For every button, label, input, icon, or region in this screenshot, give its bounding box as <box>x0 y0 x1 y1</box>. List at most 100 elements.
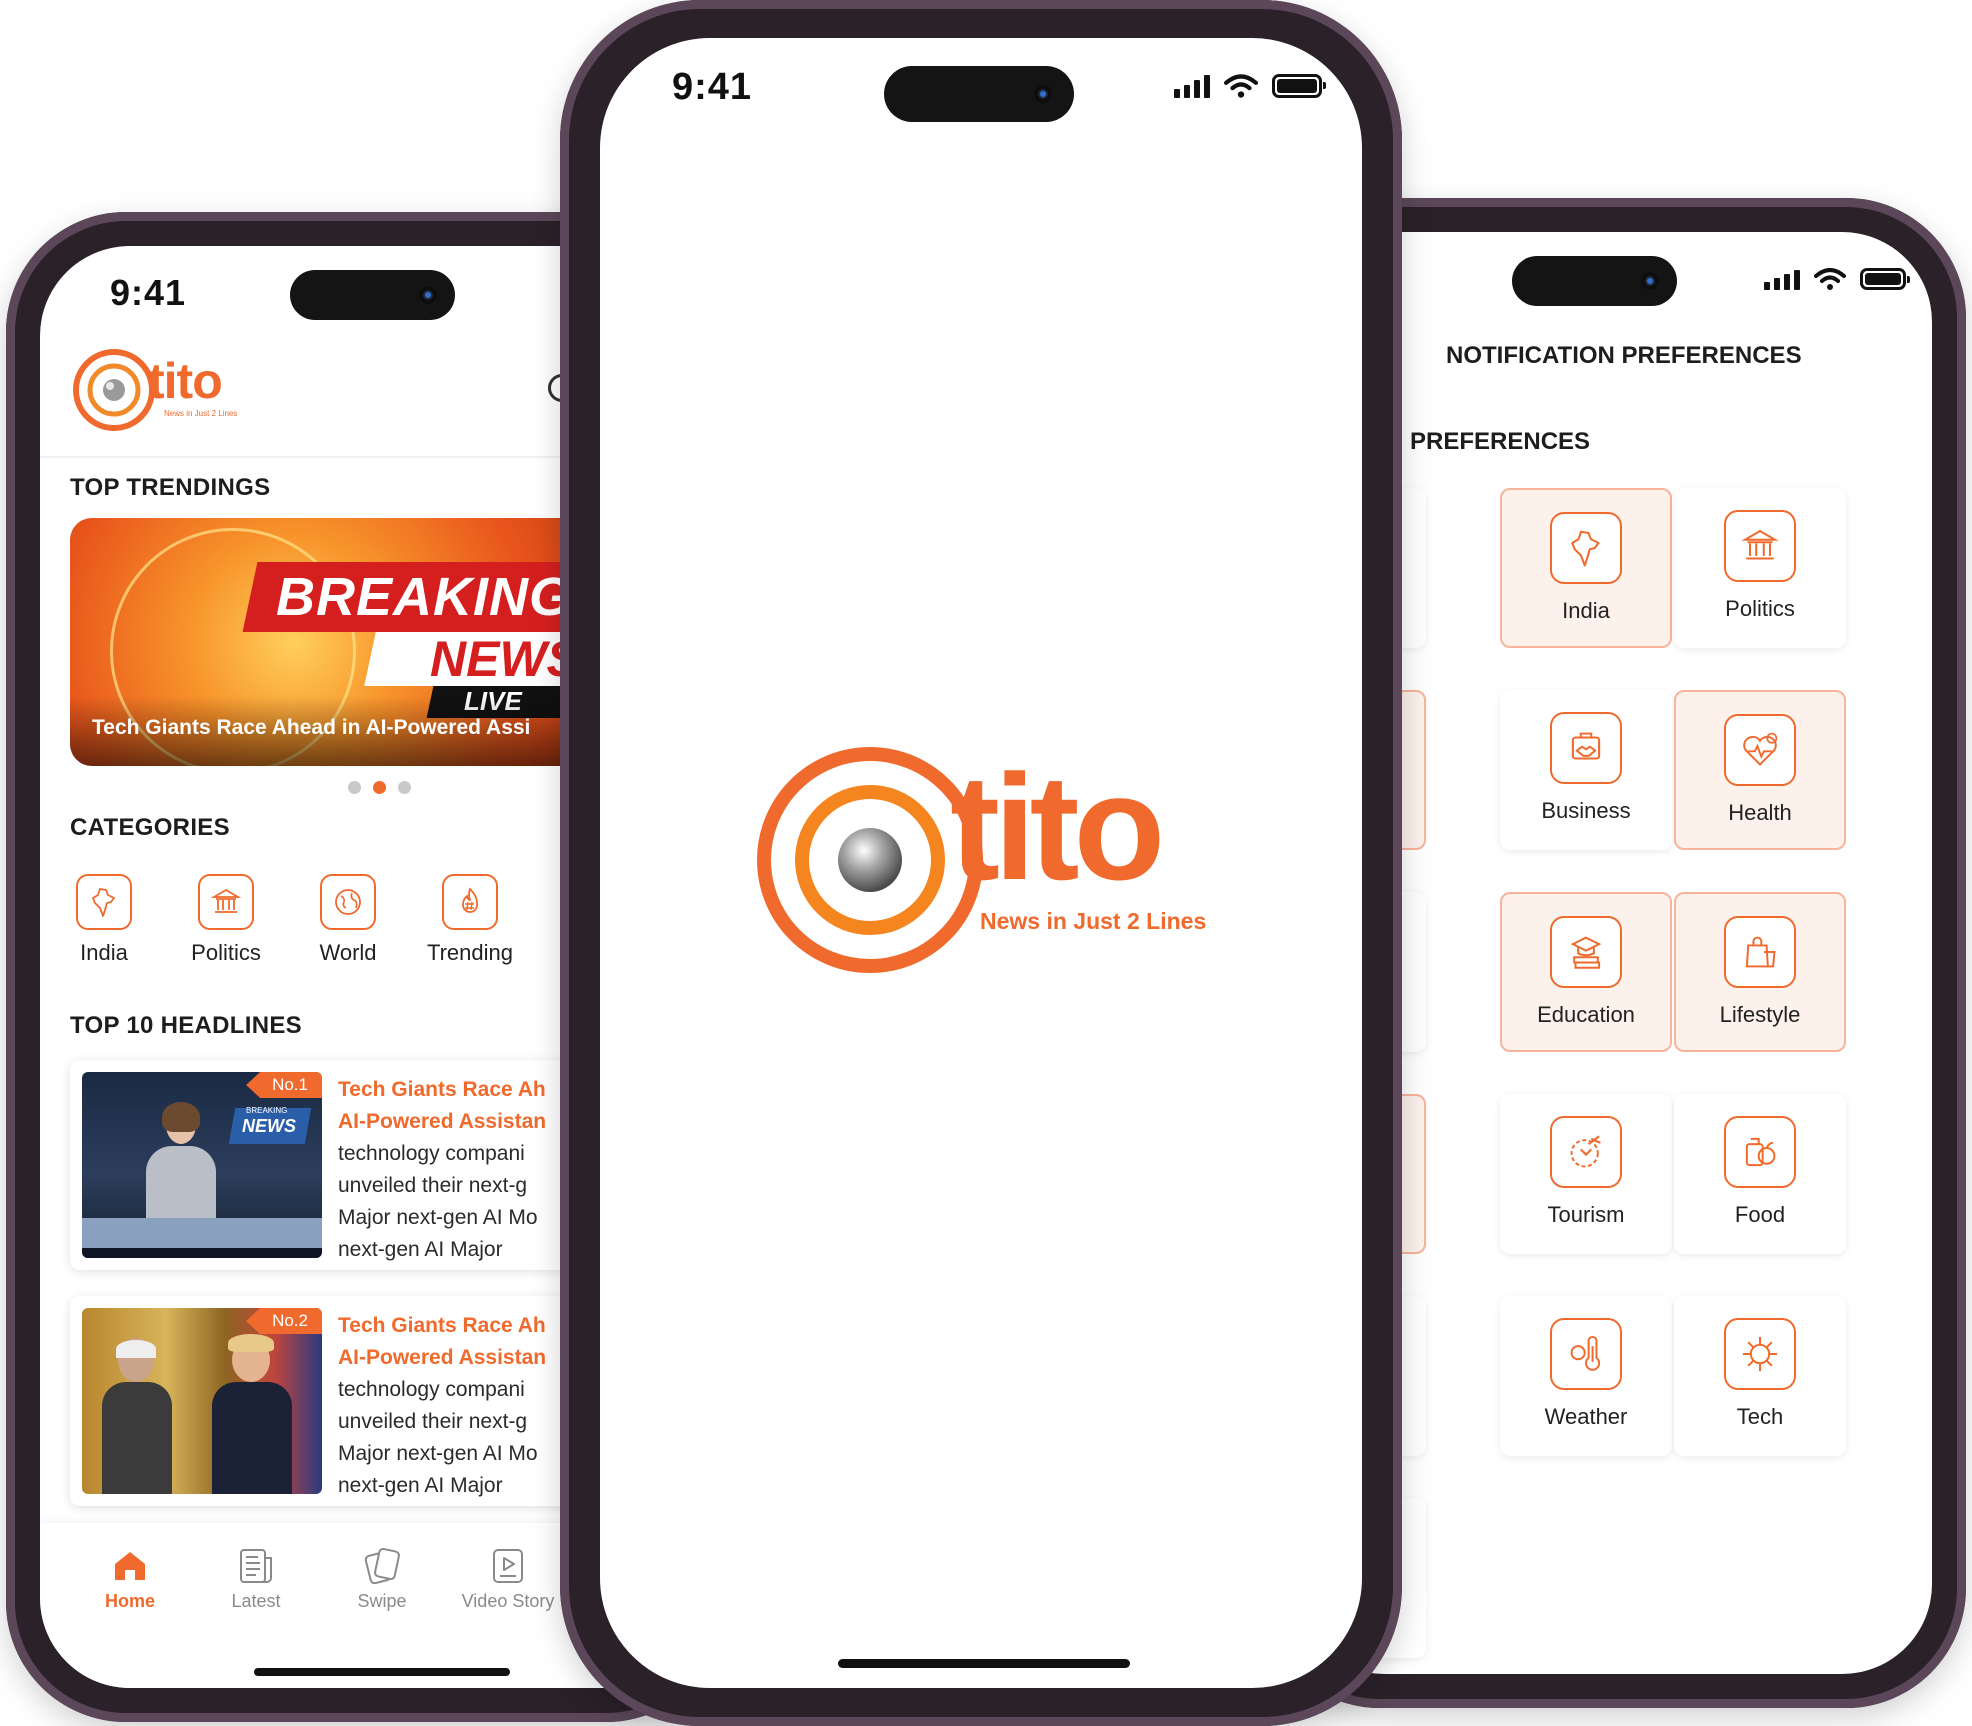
carousel-dot[interactable] <box>398 781 411 794</box>
headline-card[interactable]: BREAKING NEWS No.1 Tech Giants Race Ah A… <box>70 1060 590 1270</box>
category-label: India <box>80 940 128 965</box>
tab-label: Video Story <box>461 1591 555 1611</box>
headline-thumbnail: BREAKING NEWS No.1 <box>82 1072 322 1258</box>
heart-pulse-icon <box>1724 714 1796 786</box>
pref-label: Food <box>1734 1202 1786 1227</box>
pref-label: Tourism <box>1547 1202 1625 1227</box>
groceries-icon <box>1724 1116 1796 1188</box>
section-top-headlines: TOP 10 HEADLINES <box>70 1012 302 1039</box>
breaking-mini-label: BREAKING <box>246 1106 288 1115</box>
brand-logo: tito News in Just 2 Lines <box>72 346 272 436</box>
pref-label: Tech <box>1736 1404 1784 1429</box>
swipe-cards-icon <box>322 1541 442 1591</box>
pref-tile-lifestyle[interactable]: Lifestyle <box>1674 892 1846 1052</box>
pref-label: Weather <box>1544 1404 1628 1429</box>
pref-tile-politics[interactable]: Politics <box>1674 488 1846 648</box>
headline-title-line: AI-Powered Assistan <box>338 1110 547 1133</box>
handshake-briefcase-icon <box>1550 712 1622 784</box>
signal-icon <box>1764 270 1800 290</box>
pref-label: Politics <box>1725 596 1795 621</box>
banner-caption: Tech Giants Race Ahead in AI-Powered Ass… <box>92 716 531 739</box>
globe-icon <box>320 874 376 930</box>
tab-label: Home <box>104 1591 155 1611</box>
pref-tile-health[interactable]: Health <box>1674 690 1846 850</box>
pref-tile-education[interactable]: Education <box>1500 892 1672 1052</box>
center-phone: 9:41 tito News in Just 2 Lines <box>560 0 1402 1726</box>
carousel-dots[interactable] <box>348 781 411 794</box>
category-trending[interactable]: Trending <box>410 874 530 966</box>
home-indicator <box>838 1659 1130 1668</box>
newspaper-icon <box>196 1541 316 1591</box>
splash-tagline: News in Just 2 Lines <box>980 908 1207 934</box>
banner-news: NEWS <box>430 631 580 687</box>
headline-body-line: technology compani <box>338 1378 525 1401</box>
wifi-icon <box>1224 74 1258 98</box>
news-desk-shadow <box>82 1248 322 1258</box>
section-preferences: PREFERENCES <box>1410 428 1591 455</box>
person-left <box>102 1338 172 1494</box>
dynamic-island <box>884 66 1074 122</box>
category-india[interactable]: India <box>44 874 164 966</box>
pref-tile-weather[interactable]: Weather <box>1500 1296 1672 1456</box>
status-icons <box>1764 268 1910 290</box>
brand-name: tito <box>148 353 223 409</box>
page-title: NOTIFICATION PREFERENCES <box>1446 342 1802 369</box>
carousel-dot-active[interactable] <box>373 781 386 794</box>
category-label: Trending <box>426 940 513 965</box>
pref-label: Lifestyle <box>1719 1002 1801 1027</box>
category-label: Politics <box>191 940 261 965</box>
headline-thumbnail: No.2 <box>82 1308 322 1494</box>
headline-body-line: unveiled their next-g <box>338 1410 528 1433</box>
tab-latest[interactable]: Latest <box>196 1541 316 1612</box>
pref-label: Education <box>1537 1002 1635 1027</box>
video-play-icon <box>448 1541 568 1591</box>
battery-icon <box>1272 74 1326 98</box>
globe-plane-icon <box>1550 1116 1622 1188</box>
tab-label: Latest <box>231 1591 281 1611</box>
parliament-icon <box>1724 510 1796 582</box>
category-world[interactable]: World <box>288 874 408 966</box>
headline-body-line: next-gen AI Major <box>338 1474 503 1497</box>
brand-small-tagline: News in Just 2 Lines <box>164 409 238 418</box>
wifi-icon <box>1814 268 1846 290</box>
tab-video-story[interactable]: Video Story <box>448 1541 568 1612</box>
person-right <box>212 1334 292 1494</box>
status-time: 9:41 <box>110 272 187 313</box>
center-phone-screen: 9:41 tito News in Just 2 Lines <box>600 38 1362 1688</box>
trending-banner[interactable]: BREAKING NEWS LIVE Tech Giants Race Ahea… <box>70 518 630 766</box>
pref-tile-food[interactable]: Food <box>1674 1094 1846 1254</box>
signal-icon <box>1174 75 1210 98</box>
category-label: World <box>319 940 377 965</box>
section-top-trendings: TOP TRENDINGS <box>70 474 271 501</box>
pref-label: Business <box>1541 798 1631 823</box>
tab-home[interactable]: Home <box>70 1541 190 1612</box>
status-icons <box>1174 74 1326 98</box>
carousel-dot[interactable] <box>348 781 361 794</box>
pref-tile-tech[interactable]: Tech <box>1674 1296 1846 1456</box>
hashtag-fire-icon <box>442 874 498 930</box>
circuit-brain-icon <box>1724 1318 1796 1390</box>
pref-tile-tourism[interactable]: Tourism <box>1500 1094 1672 1254</box>
shopping-bag-icon <box>1724 916 1796 988</box>
news-desk <box>82 1218 322 1248</box>
tab-label: Swipe <box>357 1591 407 1611</box>
pref-label: Health <box>1728 800 1792 825</box>
pref-tile-business[interactable]: Business <box>1500 690 1672 850</box>
tab-swipe[interactable]: Swipe <box>322 1541 442 1612</box>
headline-body: technology compani unveiled their next-g… <box>338 1138 590 1266</box>
headline-title-line: Tech Giants Race Ah <box>338 1078 546 1101</box>
headline-rank-badge: No.1 <box>246 1072 322 1098</box>
headline-title: Tech Giants Race Ah AI-Powered Assistan <box>338 1074 590 1138</box>
category-politics[interactable]: Politics <box>166 874 286 966</box>
headline-body-line: next-gen AI Major <box>338 1238 503 1261</box>
headline-title-line: Tech Giants Race Ah <box>338 1314 546 1337</box>
headline-card[interactable]: No.2 Tech Giants Race Ah AI-Powered Assi… <box>70 1296 590 1506</box>
india-map-icon <box>1550 512 1622 584</box>
headline-body-line: unveiled their next-g <box>338 1174 528 1197</box>
headline-title-line: AI-Powered Assistan <box>338 1346 547 1369</box>
battery-icon <box>1860 268 1910 290</box>
dynamic-island <box>290 270 455 320</box>
pref-tile-india[interactable]: India <box>1500 488 1672 648</box>
status-time: 9:41 <box>672 66 753 108</box>
splash-logo: tito News in Just 2 Lines <box>754 744 1214 984</box>
